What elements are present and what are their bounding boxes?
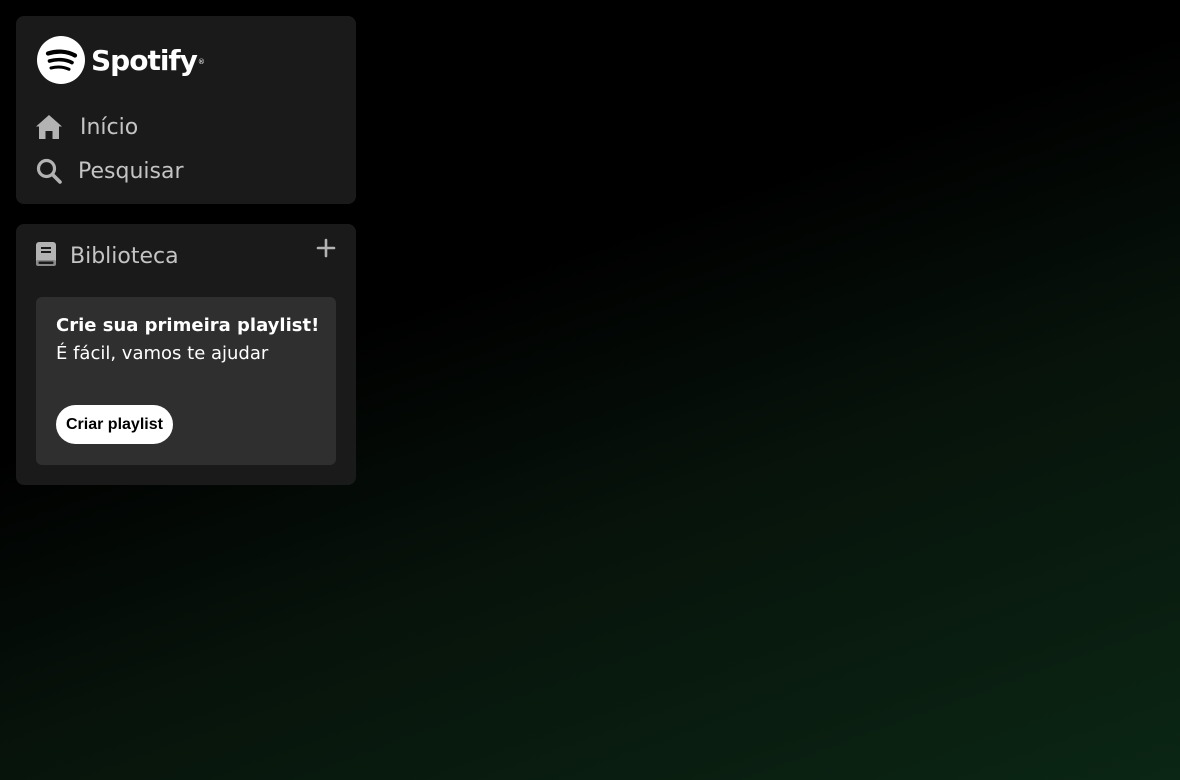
spotify-logo[interactable]: Spotify® bbox=[37, 36, 205, 84]
library-header[interactable]: Biblioteca bbox=[34, 240, 179, 272]
add-playlist-button[interactable] bbox=[314, 238, 338, 262]
card-title: Crie sua primeira playlist! bbox=[56, 315, 320, 336]
spotify-logo-icon bbox=[37, 36, 85, 84]
card-subtitle: É fácil, vamos te ajudar bbox=[56, 343, 269, 364]
create-playlist-button[interactable]: Criar playlist bbox=[56, 405, 173, 444]
spotify-wordmark: Spotify® bbox=[91, 43, 205, 77]
nav-item-home[interactable]: Início bbox=[34, 112, 138, 142]
nav-item-search[interactable]: Pesquisar bbox=[34, 156, 184, 186]
search-icon bbox=[34, 156, 64, 186]
nav-panel: Spotify® Início Pesquisar bbox=[16, 16, 356, 204]
library-icon bbox=[34, 240, 58, 272]
library-label: Biblioteca bbox=[70, 243, 179, 269]
nav-label-home: Início bbox=[80, 114, 139, 140]
nav-label-search: Pesquisar bbox=[78, 158, 184, 184]
create-playlist-card: Crie sua primeira playlist! É fácil, vam… bbox=[36, 297, 336, 465]
home-icon bbox=[34, 112, 64, 142]
library-panel: Biblioteca Crie sua primeira playlist! É… bbox=[16, 224, 356, 485]
plus-icon bbox=[316, 238, 336, 262]
